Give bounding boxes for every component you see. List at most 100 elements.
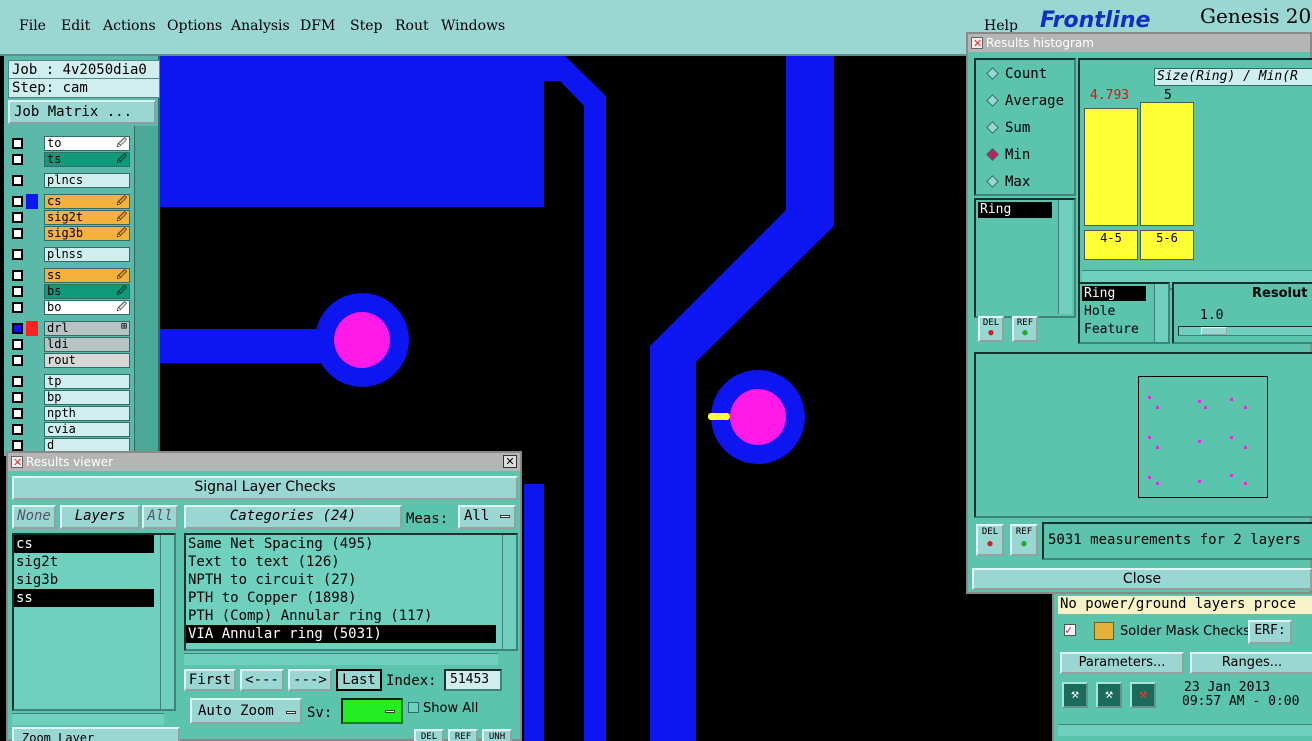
signal-layer-checks-button[interactable]: Signal Layer Checks <box>12 476 518 500</box>
layer-checkbox[interactable] <box>12 212 23 223</box>
hist-ref-button[interactable]: REF ● <box>1010 524 1038 556</box>
resolution-slider[interactable] <box>1178 326 1312 336</box>
layer-checkbox[interactable] <box>12 408 23 419</box>
category-list[interactable]: Same Net Spacing (495) Text to text (126)… <box>184 533 518 651</box>
type-item[interactable]: Ring <box>1082 286 1146 301</box>
auto-zoom-select[interactable]: Auto Zoom <box>190 698 302 724</box>
categories-button[interactable]: Categories (24) <box>184 505 402 529</box>
layer-checkbox[interactable] <box>12 175 23 186</box>
type-scrollbar[interactable] <box>1154 284 1168 342</box>
layer-row-bs[interactable]: bs 🖉 <box>10 284 130 299</box>
stop-check-icon[interactable]: ⚒ <box>1130 682 1156 708</box>
layer-row-plncs[interactable]: plncs <box>10 173 130 188</box>
layer-name[interactable]: drl <box>44 321 130 336</box>
category-item[interactable]: PTH (Comp) Annular ring (117) <box>186 607 496 625</box>
category-item[interactable]: NPTH to circuit (27) <box>186 571 496 589</box>
run-check-icon-2[interactable]: ⚒ <box>1096 682 1122 708</box>
layer-checkbox[interactable] <box>12 440 23 451</box>
radio-diamond-icon[interactable] <box>986 148 999 161</box>
layer-checkbox[interactable] <box>12 249 23 260</box>
layer-name[interactable]: cvia <box>44 422 130 437</box>
layer-name[interactable]: ldi <box>44 337 130 352</box>
category-item[interactable]: Same Net Spacing (495) <box>186 535 496 553</box>
job-matrix-button[interactable]: Job Matrix ... <box>8 100 156 124</box>
layer-checkbox[interactable] <box>12 270 23 281</box>
unh-button[interactable]: UNH <box>482 729 512 741</box>
ranges-button[interactable]: Ranges... <box>1190 652 1312 674</box>
last-button[interactable]: Last <box>336 669 382 691</box>
layer-checkbox[interactable] <box>12 323 23 334</box>
del-button[interactable]: DEL <box>414 729 444 741</box>
layer-name[interactable]: plnss <box>44 247 130 262</box>
layer-row-rout[interactable]: rout <box>10 353 130 368</box>
layer-name[interactable]: tp <box>44 374 130 389</box>
layer-row-sig2t[interactable]: sig2t 🖉 <box>10 210 130 225</box>
layer-row-ts[interactable]: ts 🖉 <box>10 152 130 167</box>
parameters-button[interactable]: Parameters... <box>1060 652 1184 674</box>
layer-row-cs[interactable]: cs 🖉 <box>10 194 130 209</box>
radio-diamond-icon[interactable] <box>986 175 999 188</box>
category-item[interactable]: Text to text (126) <box>186 553 496 571</box>
layer-row-drl[interactable]: drl ⊞ <box>10 321 130 336</box>
layer-row-bo[interactable]: bo 🖉 <box>10 300 130 315</box>
menu-options[interactable]: Options <box>167 18 222 34</box>
mode-radio-max[interactable]: Max <box>986 174 1030 190</box>
menu-windows[interactable]: Windows <box>441 18 505 34</box>
sv-color-select[interactable] <box>341 698 403 724</box>
result-layer-item[interactable]: sig3b <box>14 571 154 589</box>
layer-checkbox[interactable] <box>12 154 23 165</box>
solder-mask-checkbox[interactable]: ✓ <box>1064 624 1076 636</box>
meas-select[interactable]: All <box>458 505 516 529</box>
layer-scrollbar[interactable] <box>134 126 158 456</box>
erf-button[interactable]: ERF: <box>1248 620 1292 644</box>
hist-ref-button-top[interactable]: REF ● <box>1012 316 1038 342</box>
type-list[interactable]: Ring Hole Feature <box>1078 282 1170 344</box>
mode-radio-average[interactable]: Average <box>986 93 1064 109</box>
mode-radio-count[interactable]: Count <box>986 66 1047 82</box>
layer-name[interactable]: plncs <box>44 173 130 188</box>
category-scrollbar[interactable] <box>502 535 516 649</box>
mode-radio-sum[interactable]: Sum <box>986 120 1030 136</box>
result-layer-item[interactable]: cs <box>14 535 154 553</box>
hist-del-button[interactable]: DEL ● <box>976 524 1004 556</box>
type-item[interactable]: Hole <box>1082 304 1152 319</box>
radio-diamond-icon[interactable] <box>986 67 999 80</box>
result-layer-item[interactable]: sig2t <box>14 553 154 571</box>
resolution-slider-thumb[interactable] <box>1201 327 1227 335</box>
menu-actions[interactable]: Actions <box>103 18 156 34</box>
layer-row-to[interactable]: to 🖉 <box>10 136 130 151</box>
window-menu-icon[interactable] <box>971 35 983 53</box>
layer-name[interactable]: bp <box>44 390 130 405</box>
histogram-bar[interactable] <box>1084 108 1138 226</box>
hist-del-button-top[interactable]: DEL ● <box>978 316 1004 342</box>
ref-button[interactable]: REF <box>448 729 478 741</box>
category-hscroll[interactable] <box>184 653 498 665</box>
category-item[interactable]: PTH to Copper (1898) <box>186 589 496 607</box>
type-item[interactable]: Feature <box>1082 322 1152 337</box>
layer-checkbox[interactable] <box>12 424 23 435</box>
category-item[interactable]: VIA Annular ring (5031) <box>186 625 496 643</box>
first-button[interactable]: First <box>184 669 236 691</box>
layer-row-bp[interactable]: bp <box>10 390 130 405</box>
radio-diamond-icon[interactable] <box>986 94 999 107</box>
layer-checkbox[interactable] <box>12 302 23 313</box>
result-layer-item[interactable]: ss <box>14 589 154 607</box>
layer-row-plnss[interactable]: plnss <box>10 247 130 262</box>
layer-row-tp[interactable]: tp <box>10 374 130 389</box>
layer-checkbox[interactable] <box>12 376 23 387</box>
layer-checkbox[interactable] <box>12 392 23 403</box>
layer-list-scrollbar[interactable] <box>160 535 174 709</box>
menu-file[interactable]: File <box>19 18 46 34</box>
menu-step[interactable]: Step <box>350 18 382 34</box>
histogram-titlebar[interactable]: Results histogram <box>968 34 1310 53</box>
layer-list-hscroll[interactable] <box>12 713 164 725</box>
index-field[interactable]: 51453 <box>444 669 502 691</box>
none-button[interactable]: None <box>12 505 56 529</box>
layer-row-cvia[interactable]: cvia <box>10 422 130 437</box>
run-check-icon[interactable]: ⚒ <box>1062 682 1088 708</box>
layer-checkbox[interactable] <box>12 138 23 149</box>
menu-rout[interactable]: Rout <box>395 18 429 34</box>
show-all-checkbox[interactable] <box>408 702 419 713</box>
menu-dfm[interactable]: DFM <box>300 18 335 34</box>
mode-radio-min[interactable]: Min <box>986 147 1030 163</box>
